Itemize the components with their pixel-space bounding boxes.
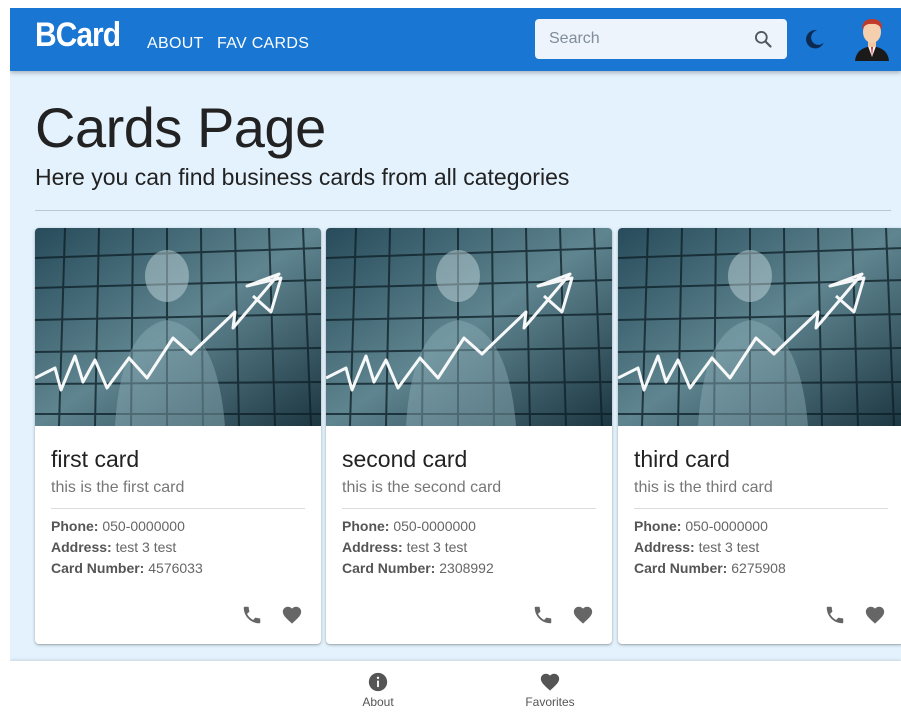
address-value: test 3 test — [115, 539, 177, 555]
phone-icon[interactable] — [824, 604, 846, 626]
card-number-label: Card Number: — [634, 560, 728, 576]
phone-icon[interactable] — [532, 604, 554, 626]
phone-value: 050-0000000 — [102, 518, 185, 534]
phone-label: Phone: — [51, 518, 99, 534]
search-icon[interactable] — [753, 29, 773, 49]
business-card-2[interactable]: second card this is the second card Phon… — [326, 228, 612, 644]
phone-value: 050-0000000 — [685, 518, 768, 534]
card-title: first card — [51, 446, 140, 472]
card-phone: Phone: 050-0000000 — [342, 518, 476, 534]
card-title: second card — [342, 446, 468, 472]
card-subtitle: this is the first card — [51, 479, 185, 496]
bottom-nav-about[interactable]: About — [328, 661, 428, 713]
heart-icon[interactable] — [572, 604, 594, 626]
card-image — [618, 228, 901, 426]
card-image — [35, 228, 321, 426]
card-number-value: 4576033 — [148, 560, 203, 576]
card-title: third card — [634, 446, 730, 472]
bottom-nav-favorites[interactable]: Favorites — [500, 661, 600, 713]
card-number-value: 2308992 — [439, 560, 494, 576]
business-card-3[interactable]: third card this is the third card Phone:… — [618, 228, 901, 644]
app-bar: BCard ABOUT FAV CARDS — [10, 8, 901, 71]
card-subtitle: this is the second card — [342, 479, 502, 496]
card-subtitle: this is the third card — [634, 479, 773, 496]
phone-icon[interactable] — [241, 604, 263, 626]
heart-icon[interactable] — [864, 604, 886, 626]
card-image — [326, 228, 612, 426]
card-address: Address: test 3 test — [51, 539, 176, 555]
card-number: Card Number: 4576033 — [51, 560, 203, 576]
info-icon — [368, 672, 388, 692]
card-phone: Phone: 050-0000000 — [51, 518, 185, 534]
card-phone: Phone: 050-0000000 — [634, 518, 768, 534]
search-input[interactable] — [535, 19, 745, 59]
nav-fav-cards[interactable]: FAV CARDS — [217, 35, 309, 53]
business-card-1[interactable]: first card this is the first card Phone:… — [35, 228, 321, 644]
bottom-nav-label: Favorites — [525, 695, 575, 709]
heart-icon — [540, 673, 560, 691]
page-subtitle: Here you can find business cards from al… — [35, 164, 570, 190]
card-number-value: 6275908 — [731, 560, 786, 576]
address-label: Address: — [342, 539, 403, 555]
address-value: test 3 test — [406, 539, 468, 555]
phone-label: Phone: — [634, 518, 682, 534]
app-frame: BCard ABOUT FAV CARDS Cards Page Here yo… — [10, 8, 901, 713]
nav-about[interactable]: ABOUT — [147, 35, 204, 53]
card-number-label: Card Number: — [342, 560, 436, 576]
phone-value: 050-0000000 — [393, 518, 476, 534]
card-address: Address: test 3 test — [342, 539, 467, 555]
search-box — [535, 19, 787, 59]
page-title: Cards Page — [35, 96, 326, 159]
avatar-icon[interactable] — [853, 17, 891, 61]
address-label: Address: — [51, 539, 112, 555]
card-number: Card Number: 6275908 — [634, 560, 786, 576]
phone-label: Phone: — [342, 518, 390, 534]
card-address: Address: test 3 test — [634, 539, 759, 555]
bottom-nav-label: About — [362, 695, 394, 709]
card-number-label: Card Number: — [51, 560, 145, 576]
card-divider — [634, 508, 888, 509]
address-label: Address: — [634, 539, 695, 555]
card-divider — [51, 508, 305, 509]
header-divider — [35, 210, 891, 211]
brand-logo[interactable]: BCard — [35, 16, 121, 55]
moon-icon[interactable] — [804, 28, 826, 50]
address-value: test 3 test — [698, 539, 760, 555]
heart-icon[interactable] — [281, 604, 303, 626]
card-divider — [342, 508, 596, 509]
bottom-navigation: About Favorites — [10, 661, 901, 713]
card-number: Card Number: 2308992 — [342, 560, 494, 576]
